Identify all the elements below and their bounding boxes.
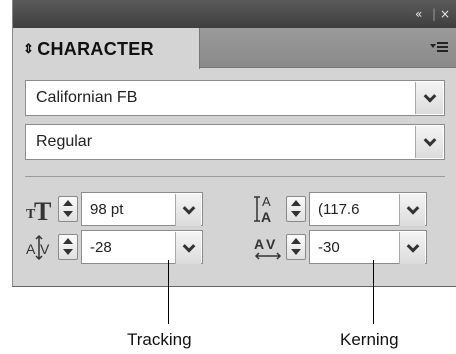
font-style-dropdown[interactable]: Regular: [25, 124, 445, 160]
font-family-dropdown-button[interactable]: [415, 82, 443, 114]
chevron-down-icon: [182, 201, 195, 215]
chevron-down-icon: [423, 133, 436, 147]
divider: [25, 176, 445, 177]
kerning-stepper[interactable]: [286, 234, 306, 260]
tab-label: ⇕ CHARACTER: [23, 39, 154, 60]
leading-dropdown-button[interactable]: [399, 194, 425, 226]
chevron-down-icon: [423, 89, 436, 103]
svg-text:V: V: [266, 236, 276, 252]
collapse-panel-icon[interactable]: «: [415, 7, 422, 21]
kerning-callout-line: [373, 260, 374, 324]
panel-menu-icon[interactable]: [430, 40, 448, 54]
font-style-dropdown-button[interactable]: [415, 126, 443, 158]
font-family-dropdown[interactable]: Californian FB: [25, 80, 445, 116]
svg-text:A: A: [26, 241, 36, 257]
svg-text:T: T: [34, 197, 51, 224]
svg-text:A: A: [261, 209, 271, 224]
tracking-input[interactable]: -28: [81, 230, 203, 264]
tracking-icon: A V: [26, 234, 50, 261]
chevron-down-icon: [406, 201, 419, 215]
font-size-input[interactable]: 98 pt: [81, 192, 203, 226]
tab-expand-icon: ⇕: [23, 41, 35, 56]
font-size-icon: T T: [26, 197, 51, 224]
chevron-down-icon: [406, 239, 419, 253]
svg-text:V: V: [40, 241, 50, 257]
tracking-field: A V -28: [25, 230, 235, 264]
leading-value: (117.6: [318, 201, 360, 218]
kerning-icon: A V: [254, 236, 282, 260]
kerning-field: A V -30: [253, 230, 447, 264]
close-panel-icon[interactable]: ×: [440, 7, 450, 21]
leading-input[interactable]: (117.6: [309, 192, 427, 226]
leading-stepper[interactable]: [286, 196, 306, 222]
panel-tab-row: ⇕ CHARACTER: [13, 28, 456, 69]
leading-icon: A A: [254, 194, 271, 224]
panel-title-bar: « | ×: [13, 0, 456, 28]
leading-field: A A (117.6: [253, 192, 447, 226]
font-style-value: Regular: [36, 133, 93, 150]
character-panel: « | × ⇕ CHARACTER Californian FB Regular …: [12, 0, 456, 287]
font-size-value: 98 pt: [90, 201, 124, 218]
kerning-callout: Kerning: [340, 330, 399, 349]
chevron-down-icon: [182, 239, 195, 253]
font-size-dropdown-button[interactable]: [175, 194, 201, 226]
kerning-input[interactable]: -30: [309, 230, 427, 264]
kerning-dropdown-button[interactable]: [399, 232, 425, 264]
tracking-callout: Tracking: [127, 330, 192, 349]
svg-text:A: A: [254, 236, 264, 252]
titlebar-separator: |: [432, 7, 437, 21]
tracking-callout-line: [168, 260, 169, 324]
tracking-dropdown-button[interactable]: [175, 232, 201, 264]
kerning-value: -30: [318, 239, 340, 256]
font-size-field: T T 98 pt: [25, 192, 235, 226]
tracking-stepper[interactable]: [58, 234, 78, 260]
tab-character[interactable]: ⇕ CHARACTER: [13, 28, 200, 69]
font-size-stepper[interactable]: [58, 196, 78, 222]
svg-text:A: A: [262, 194, 271, 209]
tracking-value: -28: [90, 239, 112, 256]
tab-character-label: CHARACTER: [37, 39, 154, 59]
font-family-value: Californian FB: [36, 89, 138, 106]
